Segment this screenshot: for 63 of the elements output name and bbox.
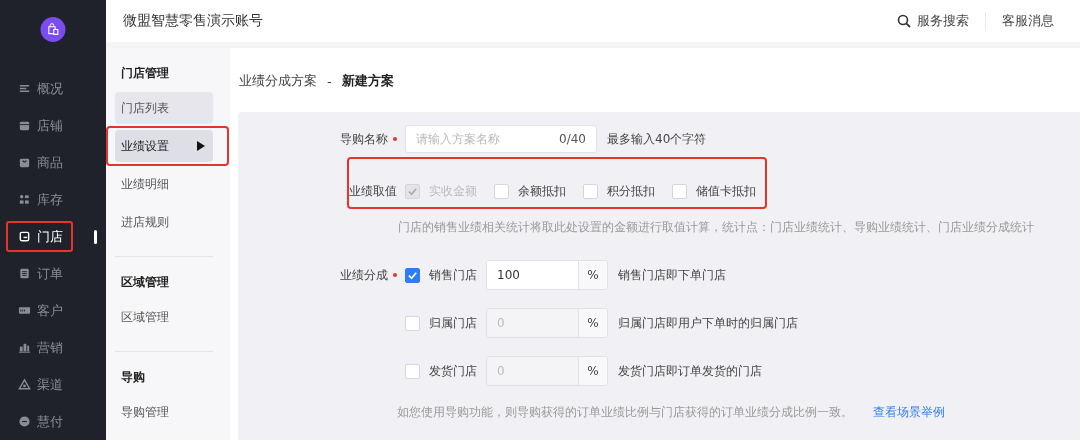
subnav-item[interactable]: 区域管理 (115, 301, 213, 333)
sidebar-item[interactable]: 概况 (0, 70, 106, 107)
section-heading: 门店管理 (120, 64, 170, 82)
checkbox-label: 归属门店 (429, 314, 477, 332)
example-link[interactable]: 查看场景举例 (873, 405, 945, 419)
field-label: 业绩分成 (340, 267, 388, 282)
caret-icon (197, 141, 205, 151)
lines-icon (18, 82, 31, 95)
coin-icon (18, 415, 31, 428)
page-title: 新建方案 (341, 72, 394, 90)
field-label: 业绩取值 (349, 183, 397, 198)
card-icon (18, 304, 31, 317)
breadcrumb-separator: - (327, 73, 332, 89)
subnav-item[interactable]: 进店规则 (115, 206, 213, 238)
section-heading: 导购 (120, 368, 146, 386)
service-search-link[interactable]: 服务搜索 (881, 12, 985, 30)
breadcrumb-parent[interactable]: 业绩分成方案 (239, 72, 317, 90)
sidebar-item[interactable]: 商品 (0, 144, 106, 181)
store-icon (18, 119, 31, 132)
check-icon (407, 269, 418, 281)
grid-icon (18, 193, 31, 206)
percent-field[interactable]: 0 % (486, 356, 608, 386)
sidebar-item[interactable]: 客户 (0, 292, 106, 329)
checkbox-label: 积分抵扣 (607, 182, 655, 200)
description-text: 销售门店即下单门店 (618, 266, 726, 284)
triangle-icon (18, 378, 31, 391)
active-indicator (94, 230, 97, 244)
highlight-frame: 门店 (6, 221, 73, 252)
description-text: 发货门店即订单发货的门店 (618, 362, 762, 380)
checkbox-label: 发货门店 (429, 362, 477, 380)
field-label: 导购名称 (340, 131, 388, 146)
bag-icon (18, 156, 31, 169)
sidebar-item[interactable]: 慧付 (0, 403, 106, 440)
help-text: 门店的销售业绩相关统计将取此处设置的金额进行取值计算，统计点：门店业绩统计、导购业绩统计、门店业绩分成统计 (397, 219, 1035, 236)
subnav-item[interactable]: 导购管理 (115, 396, 213, 428)
bar-chart-icon (18, 341, 31, 354)
subnav-item[interactable]: 门店列表 (115, 92, 213, 124)
customer-message-link[interactable]: 客服消息 (985, 12, 1054, 30)
checkbox-label: 销售门店 (429, 266, 477, 284)
subnav-item[interactable]: 业绩设置 (115, 130, 213, 162)
percent-field[interactable]: 0 % (486, 308, 608, 338)
sidebar-item[interactable]: 订单 (0, 255, 106, 292)
sidebar-item[interactable]: 营销 (0, 329, 106, 366)
sidebar-item[interactable]: 库存 (0, 181, 106, 218)
character-counter: 0/40 (559, 132, 586, 146)
sidebar-item[interactable]: 门店 (0, 218, 106, 255)
sidebar-item[interactable]: 渠道 (0, 366, 106, 403)
subnav-item[interactable]: 业绩明细 (115, 168, 213, 200)
hint-text: 最多输入40个字符 (607, 130, 707, 148)
description-text: 归属门店即用户下单时的归属门店 (618, 314, 798, 332)
search-icon (897, 14, 911, 28)
check-icon (407, 185, 418, 197)
store-door-icon (18, 230, 31, 243)
checkbox-label: 余额抵扣 (518, 182, 566, 200)
note-text: 如您使用导购功能，则导购获得的订单业绩比例与门店获得的订单业绩分成比例一致。 (397, 405, 853, 419)
input-field[interactable]: 请输入方案名称 0/40 (405, 125, 597, 153)
account-title: 微盟智慧零售演示账号 (123, 12, 264, 30)
percent-field[interactable]: 100 % (486, 260, 608, 290)
checkbox[interactable] (405, 267, 420, 283)
checkbox-label: 储值卡抵扣 (696, 182, 756, 200)
document-icon (18, 267, 31, 280)
sidebar-item[interactable]: 店铺 (0, 107, 106, 144)
section-heading: 区域管理 (120, 273, 170, 291)
